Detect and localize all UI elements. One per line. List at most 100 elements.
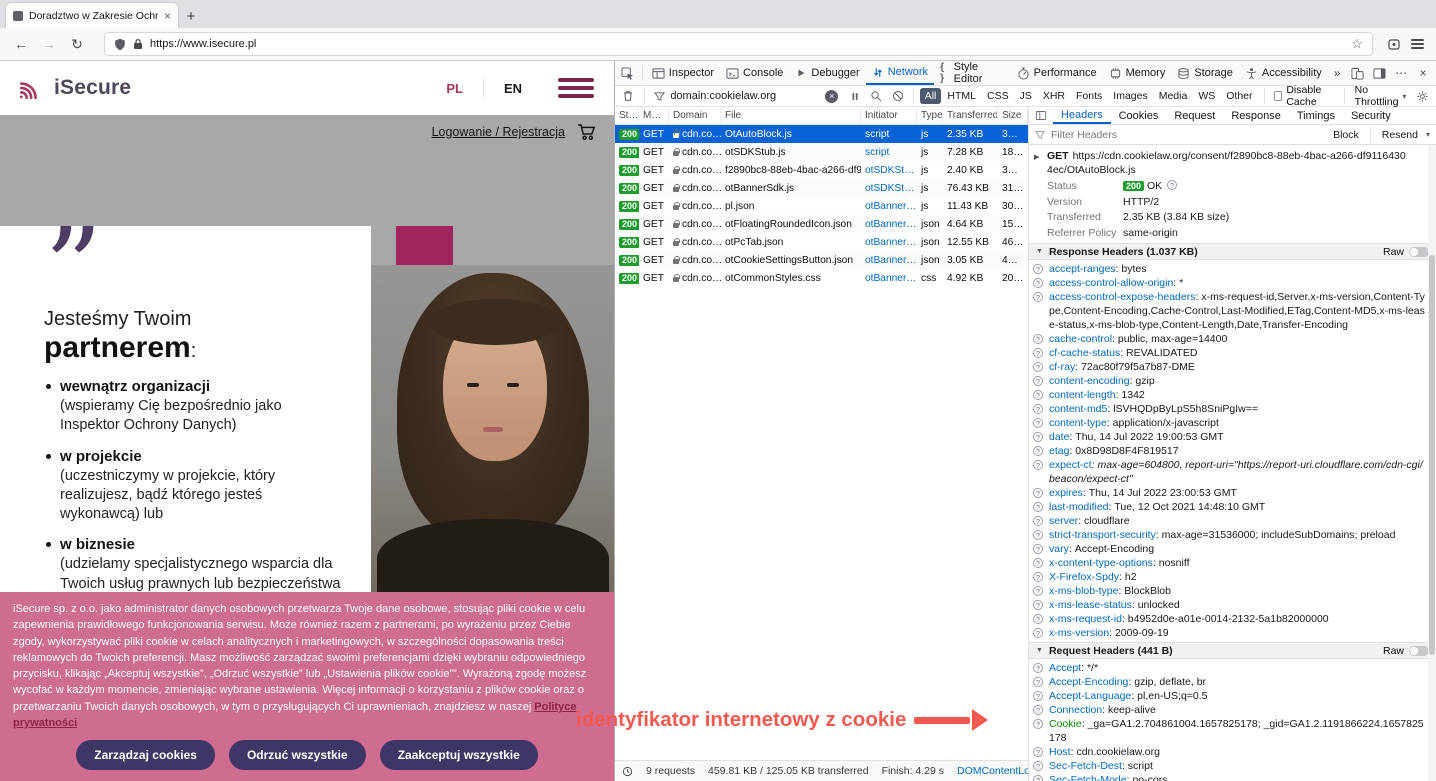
help-icon[interactable]: ? bbox=[1033, 600, 1043, 610]
initiator-cell[interactable]: otSDKSt… bbox=[861, 165, 917, 176]
type-filter-chip[interactable]: All bbox=[920, 88, 942, 104]
help-icon[interactable]: ? bbox=[1033, 572, 1043, 582]
table-row[interactable]: 200 GET cdn.co… otSDKStub.js script js 7… bbox=[615, 143, 1028, 161]
tab-debugger[interactable]: Debugger bbox=[789, 61, 865, 85]
help-icon[interactable]: ? bbox=[1033, 502, 1043, 512]
help-icon[interactable]: ? bbox=[1033, 376, 1043, 386]
responsive-design-icon[interactable] bbox=[1346, 61, 1368, 85]
table-row[interactable]: 200 GET cdn.co… otPcTab.json otBanner… j… bbox=[615, 233, 1028, 251]
help-icon[interactable]: ? bbox=[1033, 404, 1043, 414]
forward-icon[interactable]: → bbox=[36, 31, 62, 57]
block-icon[interactable] bbox=[888, 90, 907, 102]
lang-en-button[interactable]: EN bbox=[484, 81, 542, 96]
dock-icon[interactable] bbox=[1368, 61, 1390, 85]
help-icon[interactable]: ? bbox=[1033, 460, 1043, 470]
reload-icon[interactable]: ↻ bbox=[64, 31, 90, 57]
url-bar[interactable]: https://www.isecure.pl ☆ bbox=[104, 32, 1373, 56]
tab-headers[interactable]: Headers bbox=[1053, 107, 1111, 124]
throttling-dropdown[interactable]: No Throttling ▾ bbox=[1355, 84, 1407, 108]
clear-filter-icon[interactable]: × bbox=[825, 90, 838, 103]
help-icon[interactable]: ? bbox=[1033, 628, 1043, 638]
tab-close-icon[interactable]: × bbox=[164, 9, 171, 23]
help-icon[interactable]: ? bbox=[1033, 390, 1043, 400]
type-filter-chip[interactable]: CSS bbox=[982, 88, 1014, 104]
help-icon[interactable]: ? bbox=[1033, 334, 1043, 344]
more-options-icon[interactable]: ⋯ bbox=[1390, 61, 1412, 85]
raw-toggle[interactable] bbox=[1409, 646, 1429, 656]
response-headers-section[interactable]: ▼ Response Headers (1.037 KB) Raw bbox=[1029, 243, 1436, 260]
help-icon[interactable]: ? bbox=[1033, 292, 1043, 302]
type-filter-chip[interactable]: XHR bbox=[1038, 88, 1070, 104]
tab-memory[interactable]: Memory bbox=[1103, 61, 1172, 85]
help-icon[interactable]: ? bbox=[1033, 446, 1043, 456]
column-header[interactable]: Type bbox=[917, 107, 943, 124]
type-filter-chip[interactable]: WS bbox=[1193, 88, 1220, 104]
tab-response[interactable]: Response bbox=[1223, 107, 1289, 124]
block-url-button[interactable]: Block bbox=[1333, 129, 1359, 141]
help-icon[interactable]: ? bbox=[1033, 586, 1043, 596]
initiator-cell[interactable]: otBanner… bbox=[861, 219, 917, 230]
tab-request[interactable]: Request bbox=[1166, 107, 1223, 124]
scrollbar-thumb[interactable] bbox=[1429, 255, 1435, 655]
table-row[interactable]: 200 GET cdn.co… otBannerSdk.js otSDKSt… … bbox=[615, 179, 1028, 197]
help-icon[interactable]: ? bbox=[1033, 530, 1043, 540]
menu-icon[interactable] bbox=[1411, 37, 1424, 52]
scrollbar[interactable] bbox=[1428, 145, 1436, 781]
type-filter-chip[interactable]: Images bbox=[1108, 88, 1152, 104]
help-icon[interactable]: ? bbox=[1033, 775, 1043, 781]
column-header[interactable]: Initiator bbox=[861, 107, 917, 124]
help-icon[interactable]: ? bbox=[1033, 432, 1043, 442]
request-filter-input[interactable] bbox=[670, 90, 820, 102]
pick-element-icon[interactable] bbox=[617, 61, 639, 85]
tab-storage[interactable]: Storage bbox=[1171, 61, 1239, 85]
table-row[interactable]: 200 GET cdn.co… otCookieSettingsButton.j… bbox=[615, 251, 1028, 269]
search-icon[interactable] bbox=[867, 90, 886, 102]
cookie-consent-button[interactable]: Zarządzaj cookies bbox=[76, 740, 215, 770]
help-icon[interactable]: ? bbox=[1033, 677, 1043, 687]
tab-network[interactable]: Network bbox=[866, 61, 934, 85]
chevron-down-icon[interactable]: ▾ bbox=[1426, 130, 1430, 139]
clear-requests-icon[interactable] bbox=[619, 90, 638, 102]
request-headers-section[interactable]: ▼ Request Headers (441 B) Raw bbox=[1029, 642, 1436, 659]
resend-button[interactable]: Resend bbox=[1382, 129, 1418, 141]
headers-filter-input[interactable] bbox=[1051, 129, 1327, 141]
tab-cookies[interactable]: Cookies bbox=[1111, 107, 1167, 124]
help-icon[interactable]: ? bbox=[1033, 663, 1043, 673]
help-icon[interactable]: ? bbox=[1033, 516, 1043, 526]
help-icon[interactable]: ? bbox=[1033, 747, 1043, 757]
help-icon[interactable]: ? bbox=[1033, 278, 1043, 288]
disable-cache-checkbox[interactable]: Disable Cache bbox=[1274, 84, 1338, 108]
tab-style-editor[interactable]: { }Style Editor bbox=[934, 61, 1011, 85]
tab-console[interactable]: Console bbox=[720, 61, 789, 85]
column-header[interactable]: St… bbox=[615, 107, 639, 124]
cookie-consent-button[interactable]: Zaakceptuj wszystkie bbox=[380, 740, 538, 770]
browser-tab[interactable]: Doradztwo w Zakresie Ochrony Dany × bbox=[6, 3, 178, 28]
initiator-cell[interactable]: script bbox=[861, 147, 917, 158]
help-icon[interactable]: ? bbox=[1033, 691, 1043, 701]
table-row[interactable]: 200 GET cdn.co… f2890bc8-88eb-4bac-a266-… bbox=[615, 161, 1028, 179]
column-header[interactable]: Transferred bbox=[943, 107, 998, 124]
raw-toggle[interactable] bbox=[1409, 247, 1429, 257]
table-row[interactable]: 200 GET cdn.co… pl.json otBanner… js 11.… bbox=[615, 197, 1028, 215]
tab-security[interactable]: Security bbox=[1343, 107, 1399, 124]
network-settings-gear-icon[interactable] bbox=[1413, 90, 1432, 103]
initiator-cell[interactable]: otSDKSt… bbox=[861, 183, 917, 194]
column-header[interactable]: Size bbox=[998, 107, 1028, 124]
column-header[interactable]: Domain bbox=[669, 107, 721, 124]
help-icon[interactable]: ? bbox=[1033, 418, 1043, 428]
type-filter-chip[interactable]: HTML bbox=[942, 88, 981, 104]
help-icon[interactable]: ? bbox=[1167, 180, 1177, 190]
help-icon[interactable]: ? bbox=[1033, 362, 1043, 372]
twisty-icon[interactable]: ▼ bbox=[1036, 647, 1043, 654]
tab-timings[interactable]: Timings bbox=[1289, 107, 1343, 124]
tab-accessibility[interactable]: Accessibility bbox=[1239, 61, 1328, 85]
twisty-icon[interactable]: ▶ bbox=[1034, 151, 1039, 165]
pause-icon[interactable] bbox=[845, 91, 864, 102]
site-menu-icon[interactable] bbox=[558, 74, 594, 103]
shield-icon[interactable] bbox=[114, 38, 126, 51]
initiator-cell[interactable]: script bbox=[861, 129, 917, 140]
type-filter-chip[interactable]: Media bbox=[1154, 88, 1193, 104]
checkbox-icon[interactable] bbox=[1274, 91, 1282, 101]
login-link[interactable]: Logowanie / Rejestracja bbox=[432, 125, 565, 139]
help-icon[interactable]: ? bbox=[1033, 544, 1043, 554]
